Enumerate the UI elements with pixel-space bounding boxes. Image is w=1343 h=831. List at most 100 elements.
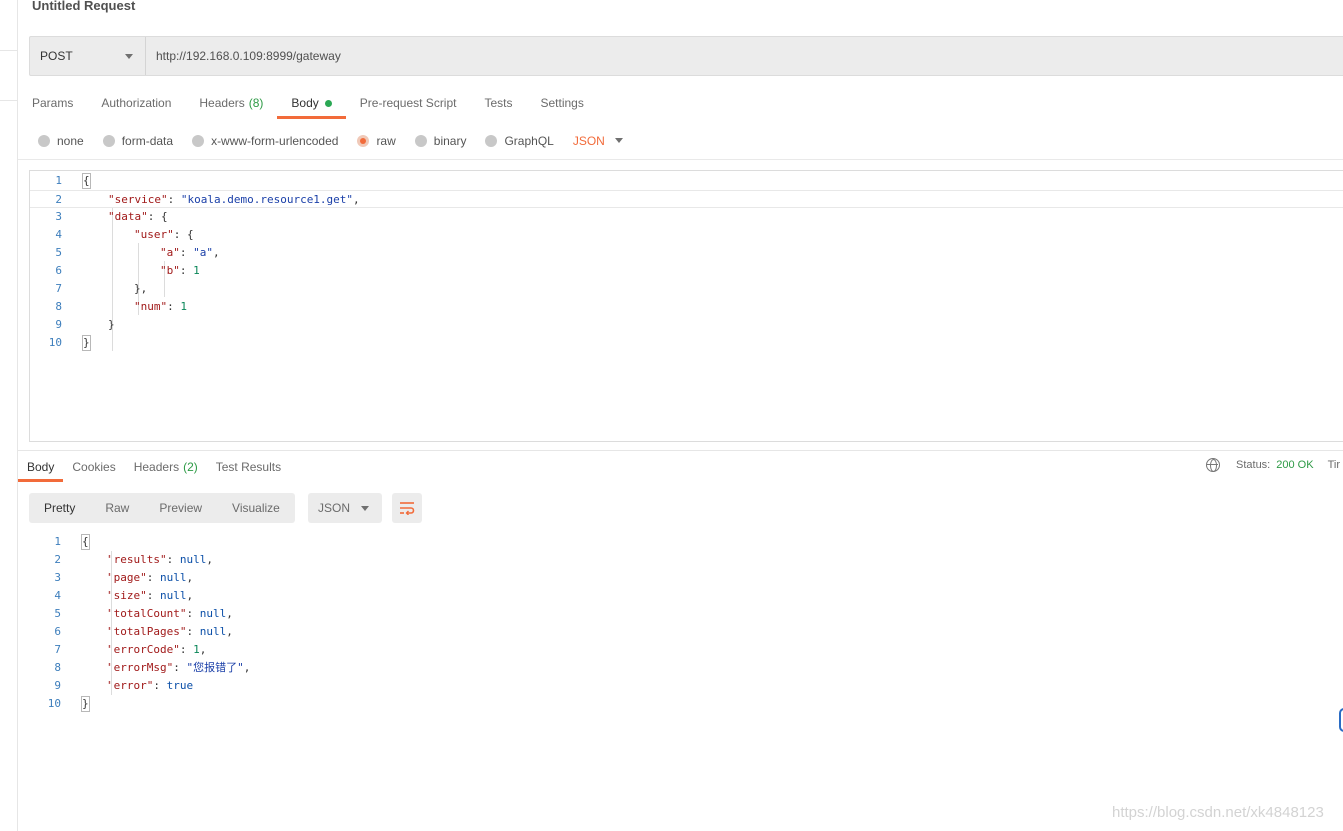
view-pretty[interactable]: Pretty: [29, 493, 90, 523]
line-number: 8: [55, 300, 62, 313]
request-title[interactable]: Untitled Request: [32, 0, 135, 13]
watermark-text: https://blog.csdn.net/xk4848123: [1112, 804, 1324, 821]
line-number: 6: [55, 264, 62, 277]
json-value: "您报错了": [186, 661, 244, 674]
radio-icon: [102, 134, 115, 147]
code-line: 5 "totalCount": null,: [29, 605, 1343, 623]
radio-raw[interactable]: raw: [357, 133, 396, 148]
url-bar: POST http://192.168.0.109:8999/gateway: [29, 36, 1343, 76]
json-punct: ,: [186, 589, 194, 602]
wrap-lines-button[interactable]: [392, 493, 422, 523]
line-number: 5: [55, 246, 62, 259]
globe-icon[interactable]: [1206, 458, 1220, 472]
code-text: {: [81, 533, 90, 551]
json-colon: :: [166, 553, 180, 566]
tab-headers[interactable]: Headers (8): [185, 88, 277, 118]
line-number: 9: [54, 679, 61, 692]
response-tabs: Body Cookies Headers (2) Test Results: [18, 452, 290, 482]
code-line: 6 "b": 1: [30, 262, 1343, 280]
view-preview[interactable]: Preview: [144, 493, 217, 523]
tab-label: Settings: [540, 96, 584, 110]
code-text: }: [81, 695, 90, 713]
code-line: 8 "num": 1: [30, 298, 1343, 316]
code-text: "page": null,: [107, 569, 193, 587]
json-punct: ,: [243, 661, 251, 674]
tab-authorization[interactable]: Authorization: [87, 88, 185, 118]
code-line: 4 "user": {: [30, 226, 1343, 244]
json-colon: :: [146, 571, 160, 584]
url-input[interactable]: http://192.168.0.109:8999/gateway: [146, 49, 341, 63]
line-number: 7: [54, 643, 61, 656]
json-key: "b": [160, 264, 180, 277]
json-value: 1: [193, 643, 200, 656]
json-punct: ,: [226, 607, 233, 620]
code-text: "size": null,: [107, 587, 193, 605]
json-key: "user": [134, 228, 174, 241]
json-punct: }: [108, 318, 115, 331]
tab-label: Headers: [133, 460, 180, 474]
code-line: 3 "data": {: [30, 208, 1343, 226]
json-key: "error": [107, 679, 154, 692]
response-tab-body[interactable]: Body: [18, 452, 64, 482]
tab-pre-request-script[interactable]: Pre-request Script: [346, 88, 471, 118]
view-visualize[interactable]: Visualize: [217, 493, 295, 523]
radio-icon: [192, 134, 205, 147]
json-value: 1: [180, 300, 187, 313]
code-line: 2 "service": "koala.demo.resource1.get",: [30, 190, 1343, 208]
code-text: {: [82, 172, 91, 190]
radio-label: x-www-form-urlencoded: [211, 133, 339, 148]
request-body-editor[interactable]: 1 {2 "service": "koala.demo.resource1.get"…: [29, 170, 1343, 442]
status-value[interactable]: 200 OK: [1276, 459, 1313, 471]
line-number: 5: [54, 607, 61, 620]
radio-icon: [38, 134, 50, 147]
json-key: "totalPages": [107, 625, 187, 638]
code-line: 2 "results": null,: [29, 551, 1343, 569]
code-text: "b": 1: [160, 262, 200, 280]
response-tab-headers[interactable]: Headers (2): [125, 452, 207, 482]
json-value: "koala.demo.resource1.get": [180, 193, 354, 206]
code-line: 1{: [29, 533, 1343, 551]
view-raw[interactable]: Raw: [90, 493, 144, 523]
tab-params[interactable]: Params: [18, 88, 87, 118]
json-colon: :: [146, 589, 160, 602]
rail-divider: [0, 50, 18, 51]
response-body-viewer[interactable]: 1{2 "results": null, 3 "page": null, 4 "size"…: [29, 532, 1343, 722]
tab-tests[interactable]: Tests: [470, 88, 526, 118]
json-punct: ,: [186, 571, 194, 584]
code-text: "totalPages": null,: [107, 623, 233, 641]
tab-body[interactable]: Body: [277, 88, 347, 119]
tab-label: Test Results: [215, 460, 282, 474]
tab-label: Cookies: [72, 460, 116, 474]
wrap-lines-icon: [400, 502, 415, 515]
scroll-handle[interactable]: [1339, 708, 1343, 732]
code-line: 4 "size": null,: [29, 587, 1343, 605]
response-tab-cookies[interactable]: Cookies: [63, 452, 124, 482]
radio-none[interactable]: none: [38, 134, 84, 148]
json-value: true: [166, 679, 194, 692]
json-value: "a": [193, 246, 213, 259]
radio-form-data[interactable]: form-data: [102, 134, 173, 148]
code-text: "totalCount": null,: [107, 605, 233, 623]
time-label: Tir: [1327, 459, 1340, 471]
method-select[interactable]: POST: [30, 37, 146, 75]
json-punct: {: [81, 534, 90, 550]
json-colon: :: [179, 264, 194, 277]
line-number: 1: [55, 174, 62, 187]
response-tab-test-results[interactable]: Test Results: [207, 452, 290, 482]
radio-graphql[interactable]: GraphQL: [485, 134, 554, 148]
headers-count: (8): [248, 96, 264, 110]
json-value: null: [199, 625, 227, 638]
radio-label: raw: [376, 133, 396, 148]
code-text: "data": {: [108, 208, 168, 226]
language-select[interactable]: JSON: [573, 134, 623, 148]
radio-urlencoded[interactable]: x-www-form-urlencoded: [192, 134, 338, 148]
tab-settings[interactable]: Settings: [527, 88, 598, 118]
json-value: null: [160, 571, 187, 584]
line-number: 2: [55, 193, 62, 206]
radio-label: none: [57, 133, 84, 148]
code-line: 6 "totalPages": null,: [29, 623, 1343, 641]
radio-binary[interactable]: binary: [414, 134, 466, 148]
response-format-select[interactable]: JSON: [308, 493, 382, 523]
json-colon: :: [167, 193, 181, 206]
code-line: 3 "page": null,: [29, 569, 1343, 587]
